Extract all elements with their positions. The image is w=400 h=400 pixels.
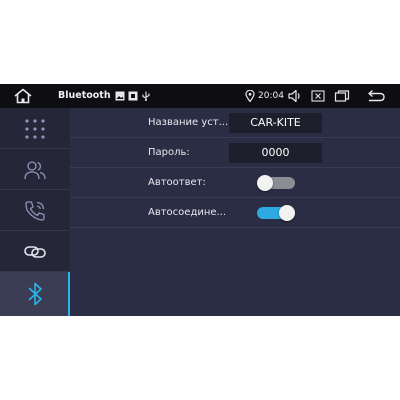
sidebar-item-keypad[interactable] — [0, 108, 70, 149]
bluetooth-settings-screen: Bluetooth 20:04 Название уст... CAR-KITE… — [0, 84, 400, 316]
status-bar: Bluetooth 20:04 — [0, 84, 400, 108]
sidebar-item-contacts[interactable] — [0, 149, 70, 190]
recent-apps-icon[interactable] — [334, 88, 350, 104]
sidebar-item-bluetooth[interactable] — [0, 272, 70, 316]
settings-panel: Название уст... CAR-KITE Пароль: 0000 Ав… — [70, 108, 400, 316]
contacts-icon — [24, 161, 46, 180]
auto-connect-label: Автосоедине... — [148, 207, 227, 218]
clock-time: 20:04 — [258, 91, 284, 101]
close-box-icon[interactable] — [311, 88, 325, 104]
auto-answer-toggle[interactable] — [257, 175, 295, 191]
location-icon — [245, 90, 255, 102]
home-icon[interactable] — [13, 88, 33, 104]
pairing-link-icon — [24, 246, 46, 258]
auto-answer-row: Автоответ: — [70, 168, 400, 198]
bluetooth-icon — [28, 282, 42, 306]
auto-connect-row: Автосоедине... — [70, 198, 400, 228]
password-field[interactable]: 0000 — [229, 143, 322, 163]
back-icon[interactable] — [366, 88, 386, 104]
page-title: Bluetooth — [58, 90, 111, 101]
notification-icon — [128, 91, 138, 101]
auto-answer-label: Автоответ: — [148, 177, 206, 188]
device-name-label: Название уст... — [148, 117, 229, 128]
sidebar-item-pairing[interactable] — [0, 231, 70, 272]
toggle-knob — [279, 205, 295, 221]
auto-connect-toggle[interactable] — [257, 205, 295, 221]
device-name-row: Название уст... CAR-KITE — [70, 108, 400, 138]
image-icon — [115, 91, 125, 101]
sidebar — [0, 108, 70, 316]
sidebar-item-call-log[interactable] — [0, 190, 70, 231]
toggle-knob — [257, 175, 273, 191]
device-name-field[interactable]: CAR-KITE — [229, 113, 322, 133]
password-label: Пароль: — [148, 147, 190, 158]
usb-icon — [142, 91, 150, 101]
password-row: Пароль: 0000 — [70, 138, 400, 168]
call-log-icon — [25, 201, 45, 221]
volume-icon[interactable] — [287, 88, 303, 104]
keypad-icon — [25, 119, 45, 139]
